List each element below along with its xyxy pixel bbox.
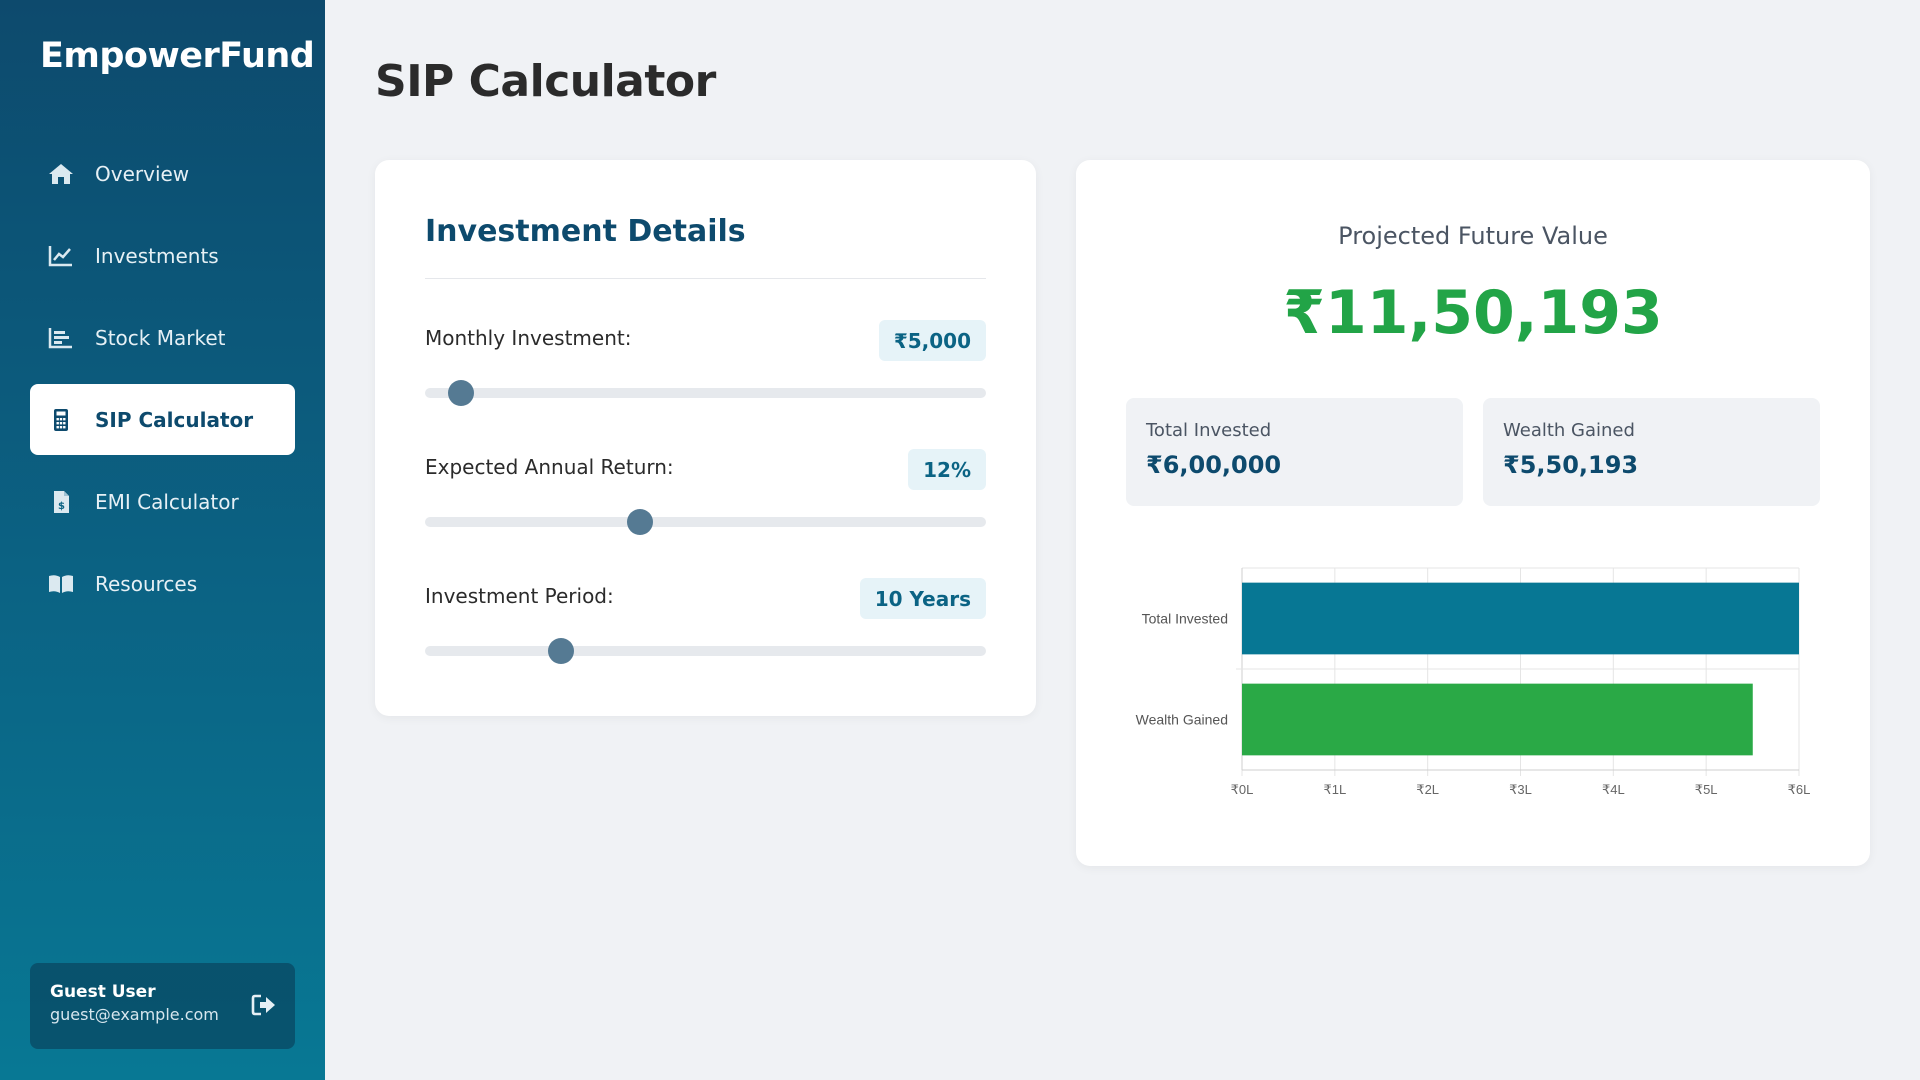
bar-wealth-gained (1242, 683, 1753, 756)
expected-return-slider[interactable] (425, 509, 986, 535)
bar-total-invested (1242, 582, 1799, 655)
x-tick-label: ₹6L (1788, 782, 1811, 797)
brand-logo[interactable]: EmpowerFund (40, 36, 315, 76)
sidebar-item-resources[interactable]: Resources (30, 548, 295, 619)
slider-thumb[interactable] (548, 638, 575, 664)
sidebar-nav: Overview Investments Stock Market SIP Ca… (30, 138, 295, 630)
x-tick-label: ₹1L (1323, 782, 1346, 797)
x-tick-label: ₹0L (1231, 782, 1254, 797)
svg-text:$: $ (58, 501, 65, 512)
x-tick-label: ₹2L (1416, 782, 1439, 797)
x-tick-label: ₹3L (1509, 782, 1532, 797)
sidebar-item-label: Stock Market (95, 325, 226, 350)
sidebar: EmpowerFund Overview Investments Stock M… (0, 0, 325, 1080)
investment-period-slider[interactable] (425, 638, 986, 664)
divider (425, 278, 986, 279)
page-title: SIP Calculator (375, 56, 716, 107)
sidebar-item-emi-calculator[interactable]: $ EMI Calculator (30, 466, 295, 537)
sidebar-item-overview[interactable]: Overview (30, 138, 295, 209)
logout-icon[interactable] (251, 993, 277, 1021)
user-card: Guest User guest@example.com (30, 963, 295, 1049)
calculator-icon (48, 408, 80, 432)
sidebar-item-label: SIP Calculator (95, 407, 254, 432)
sidebar-item-stock-market[interactable]: Stock Market (30, 302, 295, 373)
expected-return-value: 12% (908, 449, 986, 490)
monthly-investment-slider[interactable] (425, 380, 986, 406)
investment-details-card: Investment Details Monthly Investment: ₹… (375, 160, 1036, 716)
investment-period-value: 10 Years (859, 578, 986, 619)
slider-thumb[interactable] (448, 380, 475, 406)
sidebar-item-label: EMI Calculator (95, 489, 239, 514)
section-title: Investment Details (425, 214, 746, 249)
x-tick-label: ₹5L (1695, 782, 1718, 797)
slider-thumb[interactable] (626, 509, 653, 535)
sidebar-item-label: Overview (95, 161, 190, 186)
monthly-investment-label: Monthly Investment: (425, 326, 632, 350)
sidebar-item-investments[interactable]: Investments (30, 220, 295, 291)
home-icon (48, 162, 80, 186)
x-tick-label: ₹4L (1602, 782, 1625, 797)
sidebar-item-sip-calculator[interactable]: SIP Calculator (30, 384, 295, 455)
investment-bar-chart: ₹0L ₹1L ₹2L ₹3L ₹4L ₹5L ₹6L Total Invested Wealt… (1136, 567, 1811, 797)
user-email: guest@example.com (50, 1005, 219, 1024)
sidebar-item-label: Resources (95, 571, 198, 596)
book-open-icon (48, 572, 80, 596)
y-category-label: Wealth Gained (1136, 712, 1228, 728)
line-chart-icon (48, 244, 80, 268)
monthly-investment-value: ₹5,000 (878, 320, 986, 361)
investment-period-label: Investment Period: (425, 584, 614, 608)
sidebar-item-label: Investments (95, 243, 219, 268)
bar-chart-icon (48, 326, 80, 350)
y-category-label: Total Invested (1142, 611, 1228, 627)
results-card: Projected Future Value ₹11,50,193 Total … (1076, 160, 1870, 866)
user-name: Guest User (50, 982, 156, 1002)
invoice-dollar-icon: $ (48, 490, 80, 514)
expected-return-label: Expected Annual Return: (425, 455, 674, 479)
